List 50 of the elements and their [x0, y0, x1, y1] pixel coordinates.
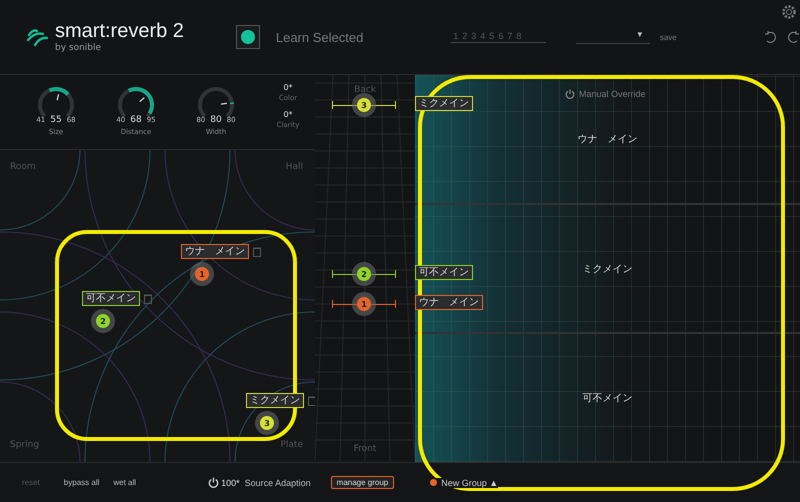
depth-handle[interactable]: 1 [357, 297, 371, 311]
band-label: 可不メイン [582, 392, 632, 406]
bypass-all-button[interactable]: bypass all [64, 478, 100, 487]
source-tag[interactable]: ミクメイン [415, 96, 473, 111]
power-icon [208, 477, 220, 488]
band-label: ミクメイン [582, 262, 632, 276]
source-adaption-control[interactable]: 100* Source Adaption [208, 477, 311, 488]
source-tag[interactable]: 可不メイン [82, 291, 140, 306]
depth-range[interactable]: 2 [332, 270, 396, 278]
depth-range[interactable]: 3 [332, 101, 396, 109]
undo-icon[interactable] [764, 30, 778, 44]
source-tag[interactable]: ウナ メイン [181, 244, 249, 259]
band-label: ウナ メイン [578, 132, 638, 146]
trash-icon[interactable] [253, 246, 261, 256]
redo-icon[interactable] [786, 30, 800, 44]
byline: by sonible [55, 43, 102, 53]
zone-label: Hall [286, 162, 303, 172]
source-tag[interactable]: ウナ メイン [415, 295, 483, 310]
learn-label: Learn Selected [276, 30, 364, 44]
source-tag[interactable]: ミクメイン [246, 393, 304, 408]
wave-logo-icon [27, 27, 49, 47]
wet-all-button[interactable]: wet all [113, 478, 136, 487]
learn-button[interactable] [236, 25, 260, 49]
preset-dropdown[interactable]: ▼ [576, 30, 650, 44]
power-icon [565, 89, 575, 99]
param-value[interactable]: 0* [283, 83, 293, 92]
param-value[interactable]: 0* [283, 110, 293, 119]
source-handle[interactable]: 3 [260, 416, 274, 430]
trash-icon[interactable] [308, 396, 315, 406]
depth-handle[interactable]: 3 [357, 98, 371, 112]
settings-icon[interactable] [781, 4, 797, 20]
knob-value: 55 [50, 115, 62, 125]
source-tag[interactable]: 可不メイン [415, 265, 473, 280]
new-group-selector[interactable]: New Group ▲ [430, 478, 498, 488]
source-handle[interactable]: 1 [195, 267, 209, 281]
depth-handle[interactable]: 2 [357, 267, 371, 281]
depth-range[interactable]: 1 [332, 300, 396, 308]
zone-label: Room [10, 162, 36, 172]
app-title: smart:reverb 2 [55, 21, 184, 41]
zone-label: Spring [10, 440, 40, 450]
manual-override-toggle[interactable]: Manual Override [565, 89, 646, 99]
knob-value: 80 [210, 115, 222, 125]
manage-group-button[interactable]: manage group [330, 476, 394, 489]
depth-label: Front [352, 444, 378, 454]
depth-label: Back [353, 85, 377, 95]
knob-value: 68 [130, 115, 142, 125]
trash-icon[interactable] [144, 294, 152, 304]
save-button[interactable]: save [660, 32, 677, 42]
zone-label: Plate [280, 440, 303, 450]
source-handle[interactable]: 2 [96, 314, 110, 328]
